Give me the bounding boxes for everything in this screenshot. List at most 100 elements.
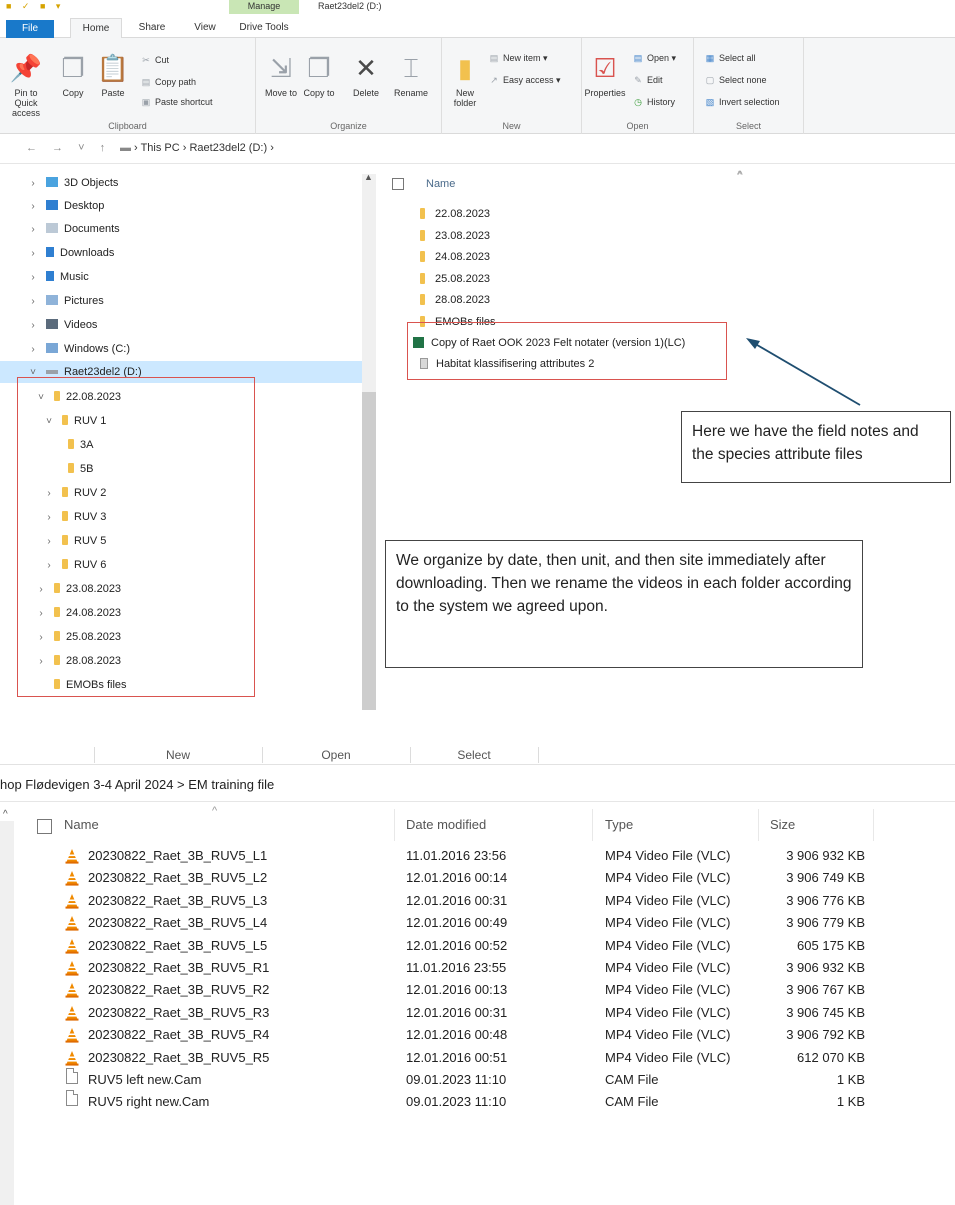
invert-selection-button[interactable]: ▧ Invert selection [704, 96, 780, 108]
chevron-right-icon[interactable]: › [26, 267, 40, 289]
table-row[interactable]: 20230822_Raet_3B_RUV5_L1 11.01.2016 23:56… [0, 844, 955, 867]
table-row[interactable]: 20230822_Raet_3B_RUV5_R1 11.01.2016 23:55… [0, 956, 955, 979]
music-icon [46, 271, 54, 281]
column-divider[interactable] [758, 809, 759, 841]
table-row[interactable]: 20230822_Raet_3B_RUV5_L3 12.01.2016 00:31… [0, 889, 955, 912]
file-type: MP4 Video File (VLC) [605, 892, 731, 908]
nav-item-3d-objects[interactable]: › 3D Objects [26, 172, 118, 194]
edit-button[interactable]: ✎ Edit [632, 74, 662, 86]
table-row[interactable]: 20230822_Raet_3B_RUV5_R4 12.01.2016 00:48… [0, 1023, 955, 1046]
select-all-checkbox[interactable] [37, 819, 52, 834]
tab-home[interactable]: Home [70, 18, 122, 38]
delete-button[interactable]: ✕ Delete [348, 54, 384, 98]
paste-icon: 📋 [96, 53, 130, 83]
column-divider[interactable] [394, 809, 395, 841]
table-row[interactable]: 20230822_Raet_3B_RUV5_L5 12.01.2016 00:52… [0, 934, 955, 957]
nav-item-windows-c[interactable]: › Windows (C:) [26, 338, 130, 360]
breadcrumb-drive-d[interactable]: Raet23del2 (D:) [189, 142, 267, 154]
pin-to-quick-access-button[interactable]: 📌 Pin to Quick access [4, 54, 48, 118]
file-name: 20230822_Raet_3B_RUV5_R3 [88, 1004, 270, 1020]
explorer-screenshot-bottom: New Open Select hop Flødevigen 3-4 April… [0, 745, 955, 1205]
history-button[interactable]: ◷ History [632, 96, 675, 108]
vlc-icon [65, 961, 79, 976]
nav-item-desktop[interactable]: › Desktop [26, 195, 104, 217]
column-name-header[interactable]: Name [426, 178, 455, 190]
table-row[interactable]: RUV5 left new.Cam 09.01.2023 11:10 CAM Fil… [0, 1068, 955, 1091]
table-row[interactable]: 20230822_Raet_3B_RUV5_R5 12.01.2016 00:51… [0, 1046, 955, 1069]
table-row[interactable]: 20230822_Raet_3B_RUV5_R2 12.01.2016 00:13… [0, 978, 955, 1001]
column-header-name[interactable]: Name [64, 817, 99, 832]
file-type: CAM File [605, 1072, 659, 1087]
table-row[interactable]: 20230822_Raet_3B_RUV5_R3 12.01.2016 00:31… [0, 1001, 955, 1024]
nav-item-documents[interactable]: › Documents [26, 218, 120, 240]
column-header-size[interactable]: Size [770, 817, 795, 832]
select-none-button[interactable]: ▢ Select none [704, 74, 767, 86]
paste-button[interactable]: 📋 Paste [96, 54, 130, 98]
paste-shortcut-button[interactable]: ▣ Paste shortcut [140, 96, 213, 108]
new-folder-button[interactable]: ▮ New folder [448, 54, 482, 108]
scroll-up-icon[interactable]: ^ [737, 170, 742, 181]
chevron-right-icon[interactable]: › [26, 196, 40, 218]
column-header-date[interactable]: Date modified [406, 817, 486, 832]
easy-access-button[interactable]: ↗ Easy access ▾ [488, 74, 560, 86]
back-forward-up-icon[interactable]: ← → ˅ ↑ [26, 142, 111, 154]
column-header-type[interactable]: Type [605, 817, 633, 832]
title-bar: ■ ✓ ■ ▾ Manage Raet23del2 (D:) [0, 0, 955, 14]
chevron-right-icon[interactable]: › [26, 243, 40, 265]
callout-organize: We organize by date, then unit, and then… [385, 540, 863, 668]
new-item-button[interactable]: ▤ New item ▾ [488, 52, 548, 64]
tab-file[interactable]: File [6, 20, 54, 38]
nav-scrollbar-thumb[interactable] [362, 392, 376, 710]
cut-button[interactable]: ✂ Cut [140, 54, 169, 66]
nav-item-pictures[interactable]: › Pictures [26, 290, 104, 312]
file-type: MP4 Video File (VLC) [605, 960, 731, 975]
nav-item-music[interactable]: › Music [26, 266, 89, 288]
nav-item-videos[interactable]: › Videos [26, 314, 97, 336]
tab-drive-tools[interactable]: Drive Tools [232, 18, 296, 38]
scroll-up-icon[interactable]: ▲ [364, 172, 373, 182]
move-to-button[interactable]: ⇲ Move to [264, 54, 298, 98]
chevron-right-icon[interactable]: › [26, 173, 40, 195]
table-row[interactable]: 20230822_Raet_3B_RUV5_L2 12.01.2016 00:14… [0, 866, 955, 889]
column-divider[interactable] [873, 809, 874, 841]
list-item-folder[interactable]: 28.08.2023 [420, 289, 490, 311]
chevron-right-icon[interactable]: › [26, 291, 40, 313]
select-all-icon: ▦ [705, 53, 715, 63]
file-name: RUV5 left new.Cam [88, 1072, 202, 1087]
file-name: 20230822_Raet_3B_RUV5_L5 [88, 937, 268, 953]
manage-tab[interactable]: Manage [229, 0, 299, 14]
quick-access-toolbar-icon[interactable]: ■ ✓ ■ ▾ [6, 1, 64, 12]
chevron-right-icon[interactable]: › [26, 339, 40, 361]
address-bar[interactable]: ← → ˅ ↑ ▬ › This PC › Raet23del2 (D:) › [0, 134, 955, 164]
open-button[interactable]: ▤ Open ▾ [632, 52, 676, 64]
table-row[interactable]: RUV5 right new.Cam 09.01.2023 11:10 CAM Fi… [0, 1090, 955, 1113]
file-date-modified: 09.01.2023 11:10 [406, 1072, 507, 1087]
breadcrumb-this-pc[interactable]: This PC [141, 142, 180, 154]
chevron-right-icon[interactable]: › [26, 315, 40, 337]
tab-share[interactable]: Share [128, 18, 176, 38]
file-type: MP4 Video File (VLC) [605, 915, 731, 931]
file-type: MP4 Video File (VLC) [605, 848, 731, 863]
copy-button[interactable]: ❐ Copy [58, 54, 88, 98]
tab-view[interactable]: View [182, 18, 228, 38]
table-row[interactable]: 20230822_Raet_3B_RUV5_L4 12.01.2016 00:49… [0, 911, 955, 934]
chevron-right-icon[interactable]: › [26, 219, 40, 241]
downloads-icon [46, 247, 54, 257]
nav-item-downloads[interactable]: › Downloads [26, 242, 114, 264]
select-all-checkbox[interactable] [392, 178, 404, 190]
scroll-up-icon[interactable]: ^ [3, 809, 8, 820]
copy-path-button[interactable]: ▤ Copy path [140, 76, 196, 88]
rename-button[interactable]: ⌶ Rename [390, 54, 432, 98]
copy-to-button[interactable]: ❐ Copy to [302, 54, 336, 98]
list-item-folder[interactable]: 24.08.2023 [420, 246, 490, 268]
list-item-folder[interactable]: 25.08.2023 [420, 268, 490, 290]
select-all-button[interactable]: ▦ Select all [704, 52, 756, 64]
breadcrumb[interactable]: hop Flødevigen 3-4 April 2024 > EM train… [0, 777, 274, 792]
callout-field-notes: Here we have the field notes and the spe… [681, 411, 951, 483]
list-item-folder[interactable]: 22.08.2023 [420, 203, 490, 225]
column-divider[interactable] [592, 809, 593, 841]
list-item-folder[interactable]: 23.08.2023 [420, 225, 490, 247]
file-icon [66, 1090, 78, 1107]
vlc-icon [65, 849, 79, 864]
properties-button[interactable]: ☑ Properties [582, 54, 628, 98]
